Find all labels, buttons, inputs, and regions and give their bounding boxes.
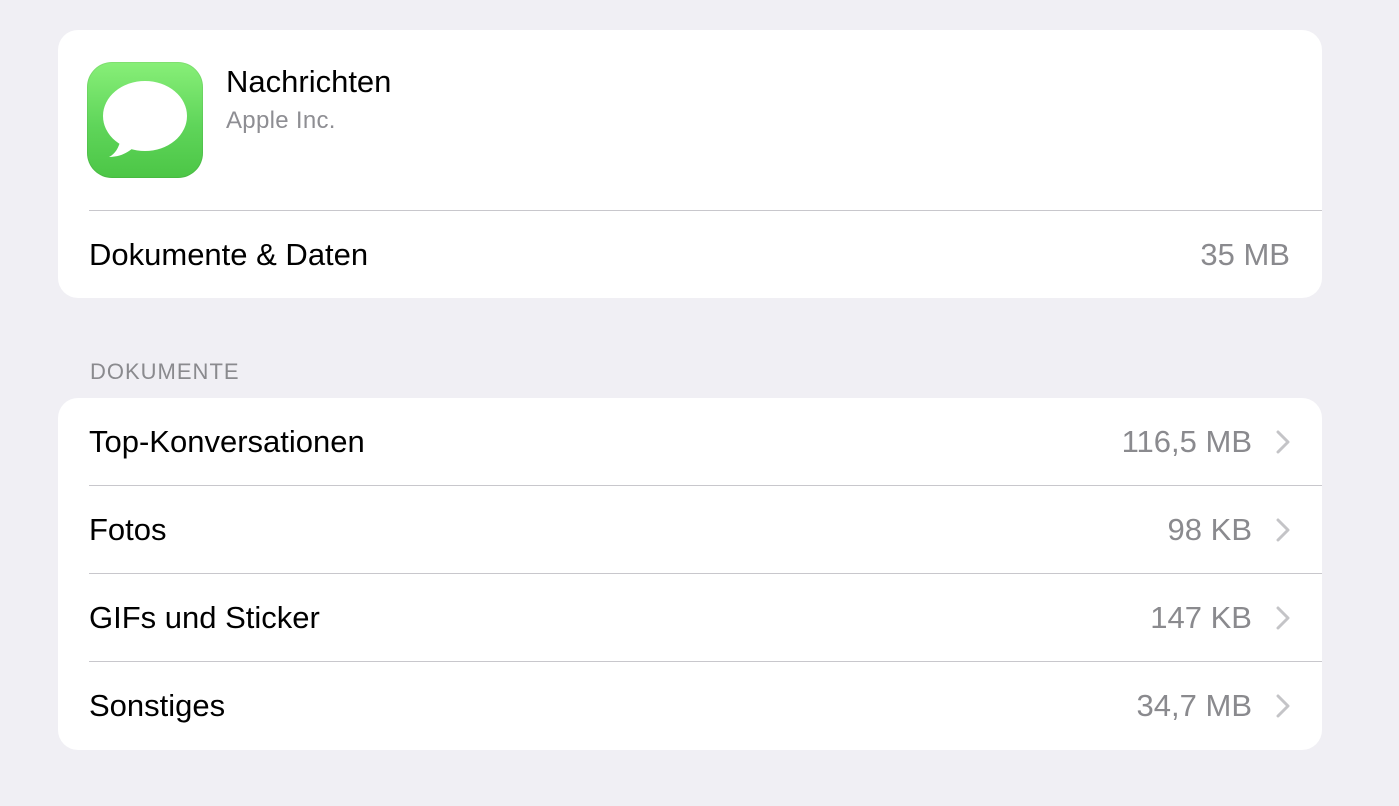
list-item-value: 116,5 MB	[1121, 424, 1252, 459]
storage-detail-page: Nachrichten Apple Inc. Dokumente & Daten…	[0, 0, 1399, 806]
app-header: Nachrichten Apple Inc.	[58, 30, 1322, 210]
documents-data-label: Dokumente & Daten	[89, 237, 369, 272]
app-name: Nachrichten	[226, 64, 392, 99]
list-item-label: Top-Konversationen	[89, 424, 365, 459]
list-item-photos[interactable]: Fotos 98 KB	[58, 486, 1322, 574]
messages-app-icon	[87, 62, 203, 178]
documents-data-value: 35 MB	[1200, 237, 1290, 272]
app-developer: Apple Inc.	[226, 107, 336, 134]
app-info-card: Nachrichten Apple Inc. Dokumente & Daten…	[58, 30, 1322, 298]
documents-card: Top-Konversationen 116,5 MB Fotos 98 KB …	[58, 398, 1322, 750]
chevron-right-icon	[1276, 694, 1290, 718]
chevron-right-icon	[1276, 518, 1290, 542]
chevron-right-icon	[1276, 430, 1290, 454]
speech-bubble-icon	[103, 81, 187, 157]
list-item-label: Fotos	[89, 512, 167, 547]
chevron-right-icon	[1276, 606, 1290, 630]
list-item-value: 98 KB	[1167, 512, 1252, 547]
section-header-documents: DOKUMENTE	[90, 359, 240, 384]
list-item-top-conversations[interactable]: Top-Konversationen 116,5 MB	[58, 398, 1322, 486]
documents-data-row: Dokumente & Daten 35 MB	[58, 211, 1322, 298]
list-item-value: 147 KB	[1150, 600, 1252, 635]
list-item-other[interactable]: Sonstiges 34,7 MB	[58, 662, 1322, 750]
list-item-value: 34,7 MB	[1136, 688, 1252, 723]
list-item-label: GIFs und Sticker	[89, 600, 320, 635]
list-item-label: Sonstiges	[89, 688, 226, 723]
list-item-gifs-stickers[interactable]: GIFs und Sticker 147 KB	[58, 574, 1322, 662]
